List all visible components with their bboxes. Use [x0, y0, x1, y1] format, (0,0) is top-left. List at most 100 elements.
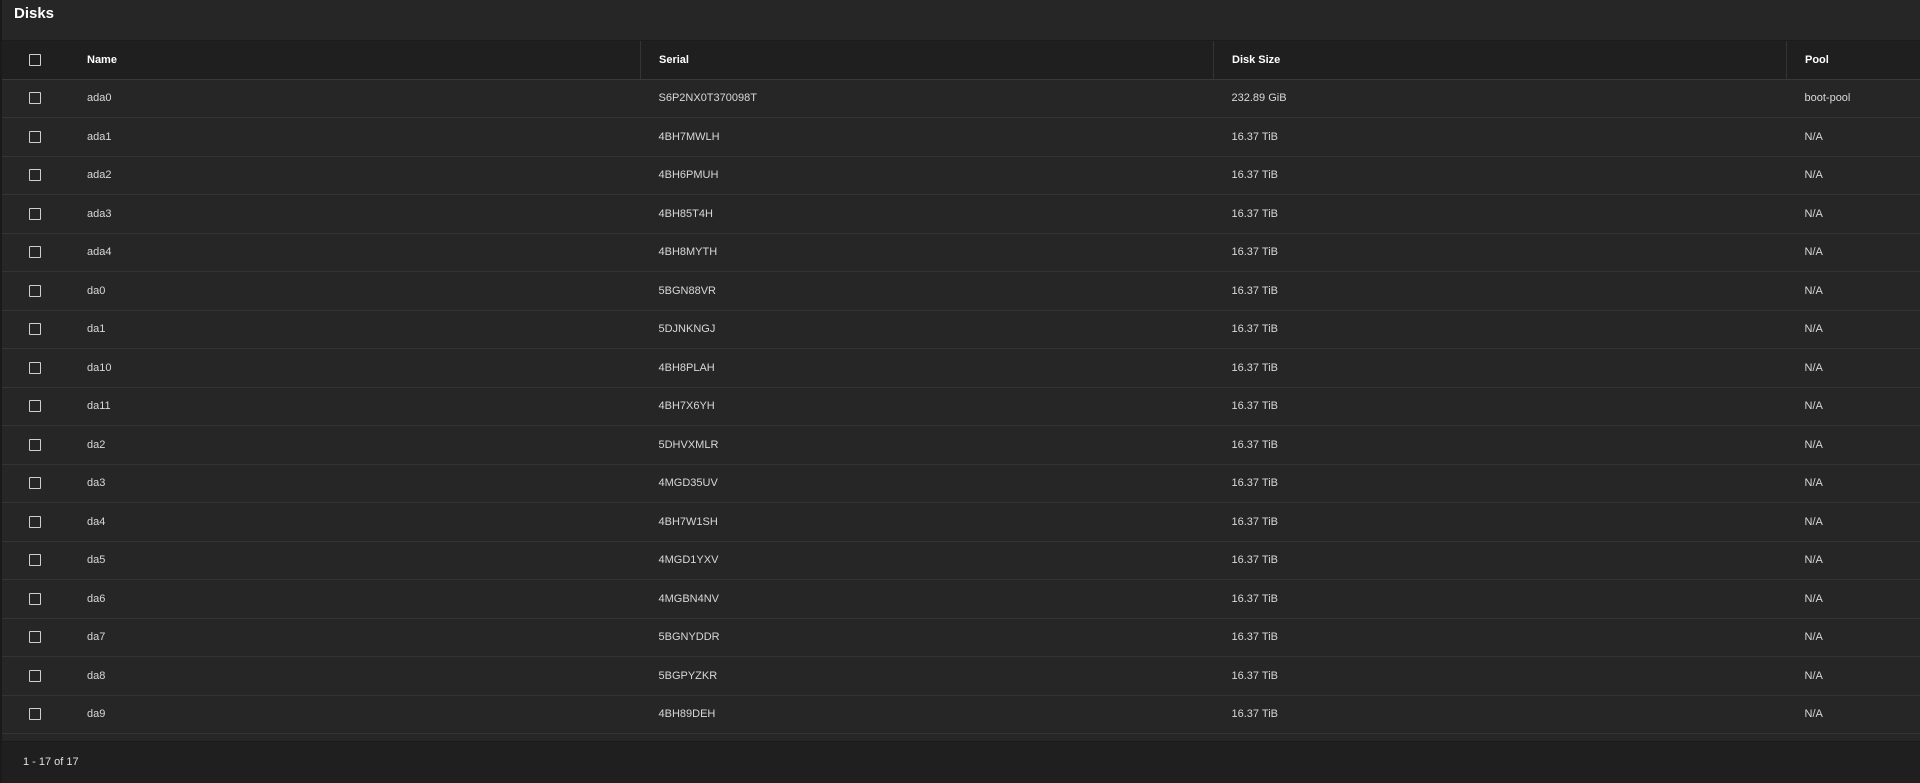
- row-checkbox[interactable]: [29, 169, 41, 182]
- disk-pool-cell: N/A: [1787, 310, 1920, 349]
- disk-serial: 4BH8MYTH: [658, 246, 718, 259]
- disk-serial: 4BH89DEH: [658, 708, 716, 721]
- disk-pool-cell: boot-pool: [1787, 79, 1920, 118]
- table-row[interactable]: da7 5BGNYDDR 16.37 TiB N/A: [2, 618, 1920, 657]
- row-checkbox[interactable]: [29, 438, 41, 451]
- row-checkbox[interactable]: [29, 708, 41, 721]
- row-select-cell: [2, 618, 68, 657]
- disk-pool: N/A: [1804, 708, 1823, 721]
- column-header-serial[interactable]: Serial: [640, 41, 1214, 80]
- disk-serial-cell: 4BH8PLAH: [641, 349, 1214, 388]
- disk-serial-cell: S6P2NX0T370098T: [641, 79, 1214, 118]
- row-checkbox[interactable]: [29, 400, 41, 413]
- disks-page: Disks Name Serial Disk Size Pool ada0 S6…: [0, 0, 1920, 783]
- disk-size: 16.37 TiB: [1231, 554, 1278, 567]
- disk-size-cell: 16.37 TiB: [1214, 618, 1787, 657]
- table-row[interactable]: da3 4MGD35UV 16.37 TiB N/A: [2, 464, 1920, 503]
- table-body: ada0 S6P2NX0T370098T 232.89 GiB boot-pool ad…: [2, 79, 1920, 734]
- table-row[interactable]: da2 5DHVXMLR 16.37 TiB N/A: [2, 425, 1920, 464]
- disk-pool: N/A: [1804, 169, 1823, 182]
- disk-size-cell: 16.37 TiB: [1214, 195, 1787, 234]
- disk-name: da7: [87, 631, 106, 644]
- row-checkbox[interactable]: [29, 592, 41, 605]
- row-checkbox[interactable]: [29, 246, 41, 259]
- row-checkbox[interactable]: [29, 130, 41, 143]
- table-row[interactable]: da8 5BGPYZKR 16.37 TiB N/A: [2, 656, 1920, 696]
- disk-size-cell: 16.37 TiB: [1214, 657, 1787, 696]
- table-row[interactable]: da1 5DJNKNGJ 16.37 TiB N/A: [2, 310, 1920, 349]
- disk-serial: 5BGPYZKR: [658, 669, 718, 682]
- disk-pool-cell: N/A: [1787, 464, 1920, 503]
- disk-serial: 4MGBN4NV: [658, 592, 720, 605]
- card-title: Disks: [14, 5, 55, 22]
- disk-name-cell: da1: [68, 310, 641, 349]
- disk-name-cell: ada1: [68, 118, 641, 157]
- row-checkbox[interactable]: [29, 477, 41, 490]
- disk-name-cell: da3: [68, 464, 641, 503]
- disk-serial: 4BH85T4H: [658, 207, 713, 220]
- row-checkbox[interactable]: [29, 515, 41, 528]
- disk-name: da5: [87, 554, 106, 567]
- table-row[interactable]: da11 4BH7X6YH 16.37 TiB N/A: [2, 387, 1920, 426]
- column-header-label: Name: [87, 53, 117, 66]
- disk-pool: N/A: [1804, 438, 1823, 451]
- disk-serial-cell: 4MGD35UV: [641, 464, 1214, 503]
- disk-name: ada1: [87, 130, 112, 143]
- table-row[interactable]: da10 4BH8PLAH 16.37 TiB N/A: [2, 348, 1920, 388]
- column-header-pool[interactable]: Pool: [1786, 41, 1920, 80]
- row-checkbox[interactable]: [29, 323, 41, 336]
- row-select-cell: [2, 349, 68, 388]
- disk-size: 16.37 TiB: [1231, 592, 1278, 605]
- column-header-name[interactable]: Name: [68, 41, 641, 80]
- table-row[interactable]: ada2 4BH6PMUH 16.37 TiB N/A: [2, 156, 1920, 195]
- disk-serial: 4BH6PMUH: [658, 169, 719, 182]
- table-row[interactable]: da4 4BH7W1SH 16.37 TiB N/A: [2, 502, 1920, 542]
- row-checkbox[interactable]: [29, 284, 41, 297]
- column-header-disk-size[interactable]: Disk Size: [1213, 41, 1787, 80]
- disk-size-cell: 16.37 TiB: [1214, 349, 1787, 388]
- disk-serial-cell: 4BH85T4H: [641, 195, 1214, 234]
- disk-pool-cell: N/A: [1787, 503, 1920, 542]
- table-row[interactable]: da6 4MGBN4NV 16.37 TiB N/A: [2, 579, 1920, 619]
- disk-size-cell: 16.37 TiB: [1214, 233, 1787, 272]
- disk-serial-cell: 4BH7W1SH: [641, 503, 1214, 542]
- disk-size-cell: 16.37 TiB: [1214, 695, 1787, 734]
- header-select-cell: [2, 41, 68, 80]
- row-select-cell: [2, 580, 68, 619]
- disk-serial: 4MGD1YXV: [658, 554, 719, 567]
- row-select-cell: [2, 464, 68, 503]
- table-row[interactable]: ada4 4BH8MYTH 16.37 TiB N/A: [2, 233, 1920, 272]
- row-select-cell: [2, 233, 68, 272]
- disk-size: 16.37 TiB: [1231, 477, 1278, 490]
- table-row[interactable]: ada0 S6P2NX0T370098T 232.89 GiB boot-pool: [2, 79, 1920, 118]
- disk-name-cell: ada3: [68, 195, 641, 234]
- disk-name: ada0: [87, 92, 112, 105]
- disk-pool: N/A: [1804, 246, 1823, 259]
- table-row[interactable]: da0 5BGN88VR 16.37 TiB N/A: [2, 271, 1920, 311]
- disk-serial: 4BH8PLAH: [658, 361, 715, 374]
- disk-pool-cell: N/A: [1787, 156, 1920, 195]
- disk-serial: 4BH7W1SH: [658, 515, 718, 528]
- row-select-cell: [2, 503, 68, 542]
- disk-size-cell: 16.37 TiB: [1214, 541, 1787, 580]
- row-select-cell: [2, 118, 68, 157]
- row-checkbox[interactable]: [29, 631, 41, 644]
- row-checkbox[interactable]: [29, 669, 41, 682]
- disk-size-cell: 16.37 TiB: [1214, 272, 1787, 311]
- disk-size: 16.37 TiB: [1231, 169, 1278, 182]
- disk-name: da11: [87, 400, 111, 413]
- disk-pool: N/A: [1804, 323, 1823, 336]
- table-header-row: Name Serial Disk Size Pool: [2, 41, 1920, 80]
- table-row[interactable]: ada3 4BH85T4H 16.37 TiB N/A: [2, 194, 1920, 234]
- row-checkbox[interactable]: [29, 92, 41, 105]
- table-row[interactable]: ada1 4BH7MWLH 16.37 TiB N/A: [2, 117, 1920, 157]
- row-checkbox[interactable]: [29, 207, 41, 220]
- row-checkbox[interactable]: [29, 554, 41, 567]
- select-all-checkbox[interactable]: [29, 53, 41, 66]
- disk-serial-cell: 4MGD1YXV: [641, 541, 1214, 580]
- row-checkbox[interactable]: [29, 361, 41, 374]
- table-row[interactable]: da5 4MGD1YXV 16.37 TiB N/A: [2, 541, 1920, 580]
- row-select-cell: [2, 272, 68, 311]
- table-row[interactable]: da9 4BH89DEH 16.37 TiB N/A: [2, 695, 1920, 734]
- disk-name-cell: da9: [68, 695, 641, 734]
